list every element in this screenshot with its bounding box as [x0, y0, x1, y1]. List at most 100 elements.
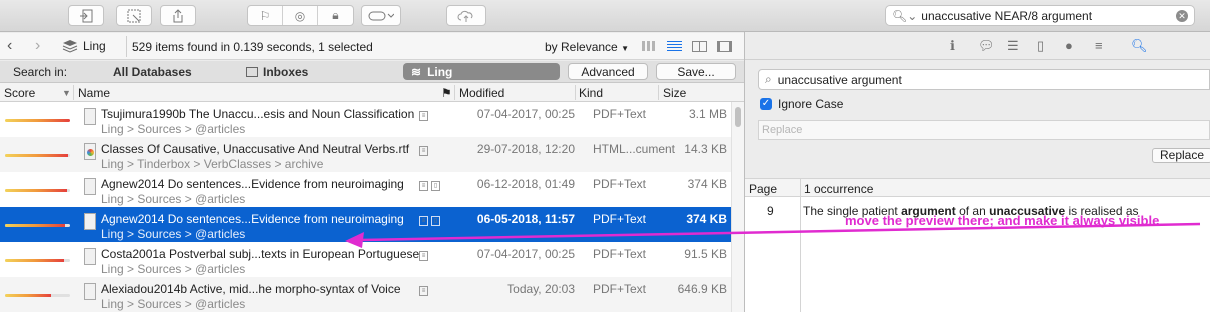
circle-icon: ◎	[294, 8, 306, 23]
table-row[interactable]: Costa2001a Postverbal subj...texts in Eu…	[0, 242, 731, 277]
row-kind: PDF+Text	[593, 212, 647, 226]
list-view-icon[interactable]	[667, 41, 682, 52]
column-view-icon[interactable]	[692, 41, 707, 52]
row-kind: PDF+Text	[593, 177, 647, 191]
col-name[interactable]: Name	[78, 86, 110, 100]
col-kind[interactable]: Kind	[579, 86, 603, 100]
annotation-mark-icon: ≡	[419, 111, 428, 121]
forward-icon[interactable]: ›	[35, 37, 40, 55]
table-row[interactable]: Agnew2014 Do sentences...Evidence from n…	[0, 207, 731, 242]
row-path: Ling > Sources > @articles	[101, 192, 246, 206]
replace-button[interactable]: Replace	[1152, 148, 1210, 163]
import-button[interactable]	[68, 5, 104, 26]
attachment-mark-icon: ▯	[431, 216, 440, 226]
table-row[interactable]: Tsujimura1990b The Unaccu...esis and Nou…	[0, 102, 731, 137]
annotation-mark-icon: ≡	[419, 216, 428, 226]
save-search-button[interactable]: Save...	[656, 63, 736, 80]
sync-button[interactable]	[446, 5, 486, 26]
document-icon[interactable]: ▯	[1037, 38, 1044, 54]
checkmark-icon: ✓	[760, 98, 772, 110]
mark-button[interactable]: ◎	[283, 6, 318, 25]
row-size: 374 KB	[687, 177, 727, 191]
row-size: 646.9 KB	[677, 282, 727, 296]
icon-view-icon[interactable]	[642, 41, 657, 51]
table-row[interactable]: Agnew2014 Do sentences...Evidence from n…	[0, 172, 731, 207]
annotation-note: move the preview there; and make it alwa…	[845, 213, 1160, 228]
doc-icon	[84, 108, 96, 125]
row-title: Agnew2014 Do sentences...Evidence from n…	[101, 177, 404, 191]
lock-button[interactable]: 🔒︎	[318, 6, 353, 25]
share-button[interactable]	[160, 5, 196, 26]
flag-button[interactable]: ⚐	[248, 6, 283, 25]
location-crumb[interactable]: Ling	[62, 39, 106, 53]
row-kind: PDF+Text	[593, 282, 647, 296]
row-modified: 07-04-2017, 00:25	[476, 247, 575, 261]
capture-button[interactable]	[116, 5, 152, 26]
clear-search-icon[interactable]: ✕	[1176, 10, 1188, 22]
database-icon	[62, 40, 78, 53]
find-input[interactable]: unaccusative argument	[778, 73, 902, 87]
advanced-button[interactable]: Advanced	[568, 63, 648, 80]
find-field[interactable]: ⌕ unaccusative argument	[758, 69, 1210, 90]
doc-icon	[84, 213, 96, 230]
annotation-mark-icon: ≡	[419, 181, 428, 191]
relevance-bar	[5, 189, 70, 192]
col-size[interactable]: Size	[663, 86, 686, 100]
results-scrollbar[interactable]	[731, 102, 744, 312]
row-title: Tsujimura1990b The Unaccu...esis and Nou…	[101, 107, 415, 121]
scope-inboxes[interactable]: Inboxes	[246, 65, 308, 79]
back-icon[interactable]: ‹	[7, 37, 12, 55]
search-tab-icon[interactable]: 🔍︎	[1131, 38, 1148, 54]
flag-column-icon[interactable]: ⚑	[441, 86, 452, 100]
scope-bar: Search in: All Databases Inboxes ≋ Ling …	[0, 61, 744, 83]
occurrence-header: Page 1 occurrence	[745, 178, 1210, 197]
row-size: 374 KB	[686, 212, 727, 226]
flag-icon: ⚐	[259, 8, 271, 23]
annotation-mark-icon: ≡	[419, 286, 428, 296]
info-icon[interactable]: ℹ	[950, 38, 955, 54]
inboxes-label: Inboxes	[263, 65, 309, 79]
scope-all-databases[interactable]: All Databases	[113, 65, 192, 79]
path-bar: ‹ › Ling 529 items found in 0.139 second…	[0, 33, 744, 60]
attachment-mark-icon: ▯	[431, 181, 440, 191]
relevance-bar	[5, 119, 70, 122]
row-kind: PDF+Text	[593, 247, 647, 261]
table-row[interactable]: Alexiadou2014b Active, mid...he morpho-s…	[0, 277, 731, 312]
row-path: Ling > Sources > @articles	[101, 297, 246, 311]
row-size: 14.3 KB	[684, 142, 727, 156]
label-menu-button[interactable]	[361, 5, 401, 26]
col-score[interactable]: Score	[4, 86, 35, 100]
search-field[interactable]: 🔍︎⌄ unaccusative NEAR/8 argument ✕	[885, 5, 1195, 26]
row-kind: PDF+Text	[593, 107, 647, 121]
replace-field[interactable]: Replace	[758, 120, 1210, 140]
rtf-icon	[84, 143, 96, 160]
share-icon	[173, 8, 183, 22]
row-size: 91.5 KB	[684, 247, 727, 261]
row-path: Ling > Tinderbox > VerbClasses > archive	[101, 157, 324, 171]
search-input[interactable]: unaccusative NEAR/8 argument	[921, 9, 1092, 23]
row-path: Ling > Sources > @articles	[101, 122, 246, 136]
row-modified: 06-12-2018, 01:49	[476, 177, 575, 191]
scope-ling[interactable]: ≋ Ling	[403, 63, 560, 80]
col-modified[interactable]: Modified	[459, 86, 504, 100]
import-icon	[80, 9, 93, 22]
ignore-case-label: Ignore Case	[778, 97, 844, 111]
location-label: Ling	[83, 39, 106, 53]
label-segment: ⚐ ◎ 🔒︎	[247, 5, 354, 26]
row-modified: 07-04-2017, 00:25	[476, 107, 575, 121]
doc-icon	[84, 178, 96, 195]
annotation-icon[interactable]: 💬︎	[978, 38, 995, 54]
ignore-case-checkbox[interactable]: ✓ Ignore Case	[760, 97, 843, 111]
sort-menu[interactable]: by Relevance ▼	[545, 40, 629, 54]
doc-icon	[84, 248, 96, 265]
table-row[interactable]: Classes Of Causative, Unaccusative And N…	[0, 137, 731, 172]
outline-icon[interactable]: ☰	[1007, 38, 1019, 54]
capture-icon	[127, 9, 141, 22]
chevron-down-icon: ▼	[621, 44, 629, 53]
row-path: Ling > Sources > @articles	[101, 227, 246, 241]
cover-view-icon[interactable]	[717, 41, 732, 52]
column-header: Score ▼ Name ⚑ Modified Kind Size	[0, 83, 744, 102]
search-icon: 🔍︎⌄	[892, 8, 918, 23]
list-icon[interactable]: ≡	[1095, 38, 1103, 53]
concordance-icon[interactable]: ●	[1065, 38, 1073, 53]
